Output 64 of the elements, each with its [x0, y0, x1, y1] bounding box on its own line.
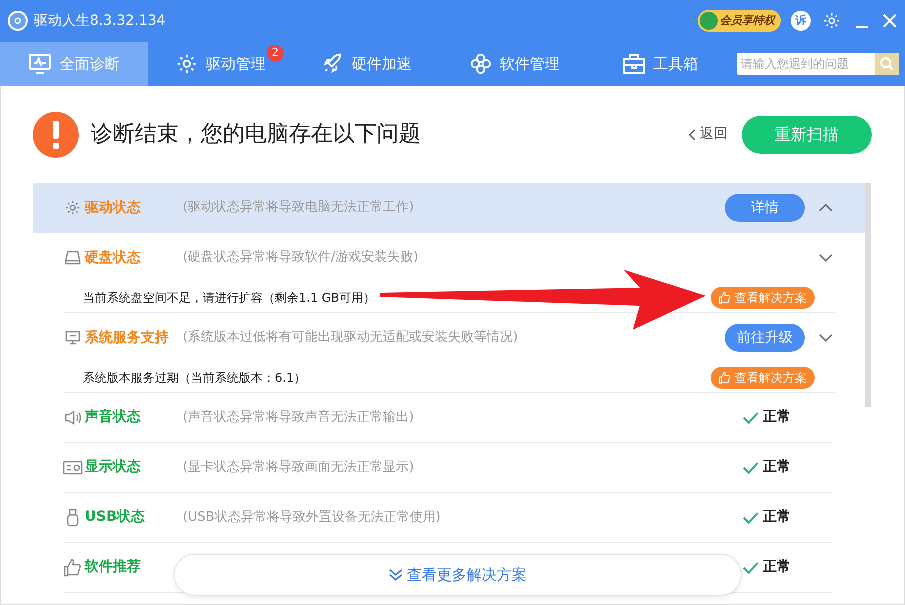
check-icon	[743, 562, 759, 574]
item-description: (系统版本过低将有可能出现驱动无适配或安装失败等情况)	[183, 329, 518, 348]
normal-status: 正常	[743, 407, 791, 428]
item-label: USB状态	[85, 508, 146, 527]
rocket-icon	[322, 53, 344, 75]
display-card-icon	[63, 460, 83, 474]
toolbox-icon	[622, 53, 646, 75]
vip-badge[interactable]: 会员享特权	[698, 10, 781, 32]
more-solutions-button[interactable]: 查看更多解决方案	[174, 554, 742, 596]
item-description: (USB状态异常将导致外置设备无法正常使用)	[183, 508, 441, 527]
normal-status: 正常	[743, 557, 791, 578]
view-solution-button[interactable]: 查看解决方案	[711, 286, 815, 308]
expand-chevron-icon[interactable]	[819, 254, 833, 262]
chevron-left-icon	[688, 128, 696, 140]
nav-tab[interactable]: 软件管理	[440, 42, 590, 86]
expand-chevron-icon[interactable]	[819, 334, 833, 342]
nav-tab[interactable]: 全面诊断	[0, 42, 148, 86]
item-description: (驱动状态异常将导致电脑无法正常工作)	[183, 199, 414, 218]
check-icon	[743, 512, 759, 524]
item-label: 声音状态	[85, 408, 142, 427]
window-title: 驱动人生8.3.32.134	[34, 12, 166, 30]
hard-drive-icon	[63, 250, 83, 266]
double-chevron-down-icon	[389, 569, 403, 581]
nav-tab[interactable]: 工具箱	[590, 42, 730, 86]
item-description: (显卡状态异常将导致画面无法正常显示)	[183, 458, 414, 477]
item-label: 系统服务支持	[85, 328, 170, 348]
back-link[interactable]: 返回	[688, 124, 728, 145]
item-description: (声音状态异常将导致声音无法正常输出)	[183, 408, 414, 427]
feedback-button[interactable]: 诉	[791, 11, 811, 31]
monitor-icon	[63, 330, 83, 346]
app-logo-icon	[8, 11, 28, 31]
view-solution-button[interactable]: 查看解决方案	[711, 366, 815, 388]
item-label: 软件推荐	[85, 558, 142, 577]
normal-status: 正常	[743, 507, 791, 528]
close-icon[interactable]	[883, 14, 897, 28]
settings-icon[interactable]	[823, 12, 841, 30]
search-field[interactable]: 请输入您遇到的问题	[737, 53, 899, 75]
row-highlight[interactable]: 驱动状态 (驱动状态异常将导致电脑无法正常工作) 详情	[33, 183, 865, 233]
item-description: (硬盘状态异常将导致软件/游戏安装失败)	[183, 249, 419, 268]
thumbs-up-icon	[719, 292, 731, 304]
normal-status: 正常	[743, 457, 791, 478]
item-label: 显示状态	[85, 458, 142, 477]
check-icon	[743, 462, 759, 474]
scrollbar[interactable]	[865, 183, 871, 407]
collapse-chevron-icon[interactable]	[819, 204, 833, 212]
action-button[interactable]: 详情	[725, 194, 805, 222]
nav-tab[interactable]: 驱动管理 2	[148, 42, 294, 86]
check-icon	[743, 412, 759, 424]
flower-icon	[470, 53, 492, 75]
item-label: 硬盘状态	[85, 248, 142, 268]
thumbs-up-icon	[719, 372, 731, 384]
monitor-icon	[28, 53, 52, 75]
warning-icon	[33, 112, 79, 158]
action-button[interactable]: 前往升级	[725, 324, 805, 352]
problem-detail: 当前系统盘空间不足，请进行扩容（剩余1.1 GB可用）	[83, 290, 376, 306]
nav-tab[interactable]: 硬件加速	[294, 42, 440, 86]
gear-icon	[176, 53, 198, 75]
speaker-icon	[63, 410, 83, 426]
rescan-button[interactable]: 重新扫描	[742, 116, 872, 154]
page-heading: 诊断结束，您的电脑存在以下问题	[91, 121, 421, 149]
problem-detail: 系统版本服务过期（当前系统版本：6.1）	[83, 370, 306, 386]
count-badge: 2	[267, 45, 284, 62]
item-label: 驱动状态	[85, 198, 142, 218]
thumbs-up-icon	[63, 558, 83, 576]
